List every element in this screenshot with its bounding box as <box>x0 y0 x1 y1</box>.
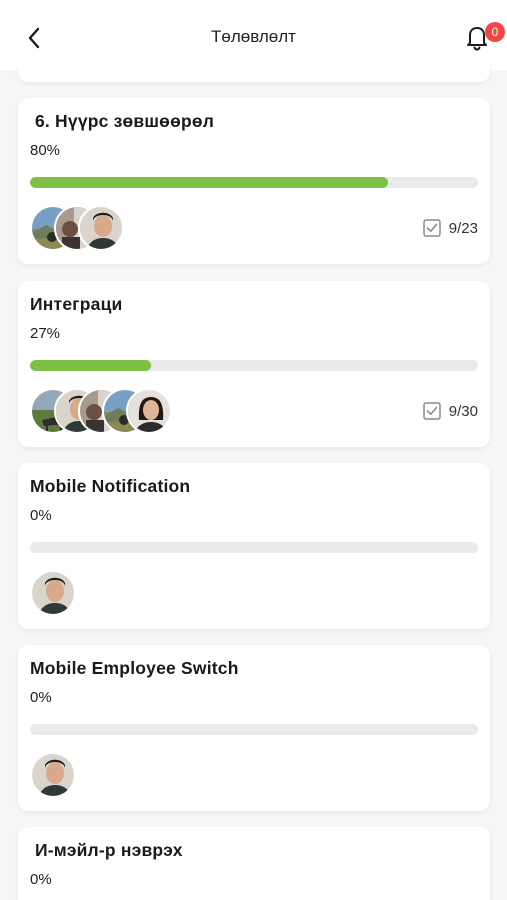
avatar <box>30 752 76 798</box>
progress-percent: 0% <box>30 871 52 888</box>
task-count: 9/30 <box>423 402 478 420</box>
progress-bar <box>30 360 478 371</box>
progress-percent: 80% <box>30 142 61 159</box>
checkbox-icon <box>423 219 441 237</box>
task-count: 9/23 <box>423 219 478 237</box>
checkbox-icon <box>423 402 441 420</box>
progress-percent: 0% <box>30 507 52 524</box>
card-title: 6. Нүүрс зөвшөөрөл <box>35 111 215 131</box>
progress-bar <box>30 542 478 553</box>
project-card[interactable]: 6. Нүүрс зөвшөөрөл 80% 9/23 <box>18 98 490 264</box>
progress-bar <box>30 177 478 188</box>
notification-badge: 0 <box>485 22 505 42</box>
progress-bar <box>30 724 478 735</box>
app-header: Төлөвлөлт 0 <box>0 0 507 70</box>
card-title: Интеграци <box>30 294 123 314</box>
page-title: Төлөвлөлт <box>211 27 296 46</box>
project-card[interactable]: Mobile Employee Switch 0% <box>18 645 490 811</box>
card-title: Mobile Employee Switch <box>30 658 239 678</box>
card-title: Mobile Notification <box>30 476 191 496</box>
progress-percent: 27% <box>30 325 61 342</box>
project-card[interactable]: Интеграци 27% 9/30 <box>18 281 490 447</box>
task-count-label: 9/30 <box>448 402 478 420</box>
task-count-label: 9/23 <box>448 219 478 237</box>
avatar <box>30 570 76 616</box>
avatar <box>126 388 172 434</box>
progress-percent: 0% <box>30 689 52 706</box>
project-card[interactable]: И-мэйл-р нэврэх 0% <box>18 827 490 900</box>
progress-fill <box>30 360 151 371</box>
avatar <box>78 205 124 251</box>
progress-fill <box>30 177 389 188</box>
project-card[interactable]: Mobile Notification 0% <box>18 463 490 629</box>
card-title: И-мэйл-р нэврэх <box>35 840 183 860</box>
previous-card-edge <box>18 62 490 82</box>
